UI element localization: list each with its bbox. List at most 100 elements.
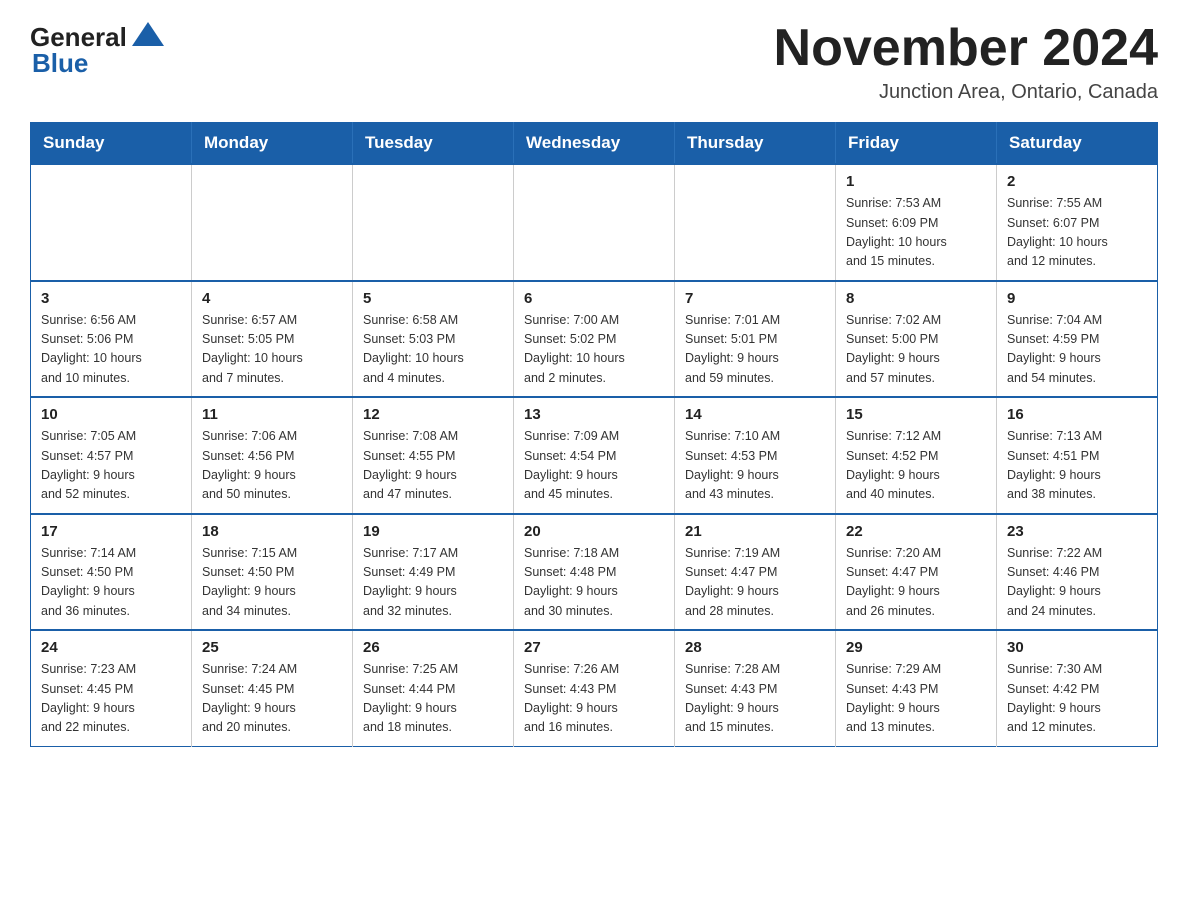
empty-cell (675, 164, 836, 281)
day-cell-6: 6 Sunrise: 7:00 AM Sunset: 5:02 PM Daylig… (514, 281, 675, 398)
day-number-18: 18 (202, 523, 342, 540)
day-info-9: Sunrise: 7:04 AM Sunset: 4:59 PM Dayligh… (1007, 311, 1147, 389)
day-cell-25: 25Sunrise: 7:24 AM Sunset: 4:45 PM Dayli… (192, 630, 353, 746)
day-cell-18: 18 Sunrise: 7:15 AM Sunset: 4:50 PM Dayli… (192, 514, 353, 631)
day-cell-4: 4 Sunrise: 6:57 AM Sunset: 5:05 PM Daylig… (192, 281, 353, 398)
day-cell-21: 21 Sunrise: 7:19 AM Sunset: 4:47 PM Dayli… (675, 514, 836, 631)
calendar-header-row: SundayMondayTuesdayWednesdayThursdayFrid… (31, 123, 1158, 165)
col-header-wednesday: Wednesday (514, 123, 675, 165)
day-cell-12: 12 Sunrise: 7:08 AM Sunset: 4:55 PM Dayli… (353, 397, 514, 514)
logo-wordmark: General Blue (30, 20, 166, 76)
day-info-8: Sunrise: 7:02 AM Sunset: 5:00 PM Dayligh… (846, 311, 986, 389)
calendar-table: SundayMondayTuesdayWednesdayThursdayFrid… (30, 122, 1158, 747)
day-cell-3: 3 Sunrise: 6:56 AM Sunset: 5:06 PM Daylig… (31, 281, 192, 398)
day-cell-7: 7Sunrise: 7:01 AM Sunset: 5:01 PM Daylig… (675, 281, 836, 398)
day-cell-1: 1 Sunrise: 7:53 AM Sunset: 6:09 PM Daylig… (836, 164, 997, 281)
day-info-16: Sunrise: 7:13 AM Sunset: 4:51 PM Dayligh… (1007, 427, 1147, 505)
empty-cell (31, 164, 192, 281)
day-number-9: 9 (1007, 290, 1147, 307)
day-cell-20: 20 Sunrise: 7:18 AM Sunset: 4:48 PM Dayli… (514, 514, 675, 631)
day-cell-11: 11 Sunrise: 7:06 AM Sunset: 4:56 PM Dayli… (192, 397, 353, 514)
col-header-sunday: Sunday (31, 123, 192, 165)
day-cell-22: 22Sunrise: 7:20 AM Sunset: 4:47 PM Dayli… (836, 514, 997, 631)
col-header-thursday: Thursday (675, 123, 836, 165)
day-info-17: Sunrise: 7:14 AM Sunset: 4:50 PM Dayligh… (41, 544, 181, 622)
day-number-7: 7 (685, 290, 825, 307)
day-cell-17: 17 Sunrise: 7:14 AM Sunset: 4:50 PM Dayli… (31, 514, 192, 631)
day-number-23: 23 (1007, 523, 1147, 540)
day-cell-30: 30Sunrise: 7:30 AM Sunset: 4:42 PM Dayli… (997, 630, 1158, 746)
day-info-6: Sunrise: 7:00 AM Sunset: 5:02 PM Dayligh… (524, 311, 664, 389)
day-number-10: 10 (41, 406, 181, 423)
day-cell-29: 29 Sunrise: 7:29 AM Sunset: 4:43 PM Dayli… (836, 630, 997, 746)
day-info-5: Sunrise: 6:58 AM Sunset: 5:03 PM Dayligh… (363, 311, 503, 389)
day-number-13: 13 (524, 406, 664, 423)
day-number-3: 3 (41, 290, 181, 307)
day-info-24: Sunrise: 7:23 AM Sunset: 4:45 PM Dayligh… (41, 660, 181, 738)
col-header-saturday: Saturday (997, 123, 1158, 165)
page-header: General Blue November 2024 Junction Area… (30, 20, 1158, 104)
day-info-14: Sunrise: 7:10 AM Sunset: 4:53 PM Dayligh… (685, 427, 825, 505)
title-area: November 2024 Junction Area, Ontario, Ca… (774, 20, 1158, 104)
day-cell-27: 27Sunrise: 7:26 AM Sunset: 4:43 PM Dayli… (514, 630, 675, 746)
location-subtitle: Junction Area, Ontario, Canada (774, 81, 1158, 104)
day-info-30: Sunrise: 7:30 AM Sunset: 4:42 PM Dayligh… (1007, 660, 1147, 738)
day-info-26: Sunrise: 7:25 AM Sunset: 4:44 PM Dayligh… (363, 660, 503, 738)
logo: General Blue (30, 20, 166, 76)
logo-general-text: General (30, 24, 127, 50)
day-info-12: Sunrise: 7:08 AM Sunset: 4:55 PM Dayligh… (363, 427, 503, 505)
day-number-5: 5 (363, 290, 503, 307)
day-number-16: 16 (1007, 406, 1147, 423)
day-number-15: 15 (846, 406, 986, 423)
day-info-18: Sunrise: 7:15 AM Sunset: 4:50 PM Dayligh… (202, 544, 342, 622)
day-cell-5: 5 Sunrise: 6:58 AM Sunset: 5:03 PM Daylig… (353, 281, 514, 398)
day-number-14: 14 (685, 406, 825, 423)
day-info-21: Sunrise: 7:19 AM Sunset: 4:47 PM Dayligh… (685, 544, 825, 622)
day-info-20: Sunrise: 7:18 AM Sunset: 4:48 PM Dayligh… (524, 544, 664, 622)
day-number-11: 11 (202, 406, 342, 423)
day-number-1: 1 (846, 173, 986, 190)
day-info-13: Sunrise: 7:09 AM Sunset: 4:54 PM Dayligh… (524, 427, 664, 505)
day-number-20: 20 (524, 523, 664, 540)
day-cell-16: 16 Sunrise: 7:13 AM Sunset: 4:51 PM Dayli… (997, 397, 1158, 514)
month-title: November 2024 (774, 20, 1158, 77)
day-number-28: 28 (685, 639, 825, 656)
day-cell-15: 15 Sunrise: 7:12 AM Sunset: 4:52 PM Dayli… (836, 397, 997, 514)
day-cell-28: 28Sunrise: 7:28 AM Sunset: 4:43 PM Dayli… (675, 630, 836, 746)
week-row-3: 10Sunrise: 7:05 AM Sunset: 4:57 PM Dayli… (31, 397, 1158, 514)
empty-cell (192, 164, 353, 281)
day-cell-13: 13 Sunrise: 7:09 AM Sunset: 4:54 PM Dayli… (514, 397, 675, 514)
day-number-12: 12 (363, 406, 503, 423)
day-info-2: Sunrise: 7:55 AM Sunset: 6:07 PM Dayligh… (1007, 194, 1147, 272)
day-info-15: Sunrise: 7:12 AM Sunset: 4:52 PM Dayligh… (846, 427, 986, 505)
day-number-22: 22 (846, 523, 986, 540)
day-number-17: 17 (41, 523, 181, 540)
logo-triangle-icon (130, 20, 166, 54)
day-number-25: 25 (202, 639, 342, 656)
day-info-3: Sunrise: 6:56 AM Sunset: 5:06 PM Dayligh… (41, 311, 181, 389)
day-info-4: Sunrise: 6:57 AM Sunset: 5:05 PM Dayligh… (202, 311, 342, 389)
day-info-29: Sunrise: 7:29 AM Sunset: 4:43 PM Dayligh… (846, 660, 986, 738)
week-row-5: 24Sunrise: 7:23 AM Sunset: 4:45 PM Dayli… (31, 630, 1158, 746)
day-info-23: Sunrise: 7:22 AM Sunset: 4:46 PM Dayligh… (1007, 544, 1147, 622)
day-number-21: 21 (685, 523, 825, 540)
day-number-19: 19 (363, 523, 503, 540)
day-number-29: 29 (846, 639, 986, 656)
day-number-4: 4 (202, 290, 342, 307)
day-info-1: Sunrise: 7:53 AM Sunset: 6:09 PM Dayligh… (846, 194, 986, 272)
day-number-26: 26 (363, 639, 503, 656)
day-cell-8: 8 Sunrise: 7:02 AM Sunset: 5:00 PM Daylig… (836, 281, 997, 398)
day-number-8: 8 (846, 290, 986, 307)
day-info-11: Sunrise: 7:06 AM Sunset: 4:56 PM Dayligh… (202, 427, 342, 505)
col-header-monday: Monday (192, 123, 353, 165)
day-number-6: 6 (524, 290, 664, 307)
day-cell-26: 26 Sunrise: 7:25 AM Sunset: 4:44 PM Dayli… (353, 630, 514, 746)
day-cell-19: 19 Sunrise: 7:17 AM Sunset: 4:49 PM Dayli… (353, 514, 514, 631)
day-cell-9: 9 Sunrise: 7:04 AM Sunset: 4:59 PM Daylig… (997, 281, 1158, 398)
day-cell-10: 10Sunrise: 7:05 AM Sunset: 4:57 PM Dayli… (31, 397, 192, 514)
day-cell-2: 2Sunrise: 7:55 AM Sunset: 6:07 PM Daylig… (997, 164, 1158, 281)
day-cell-24: 24Sunrise: 7:23 AM Sunset: 4:45 PM Dayli… (31, 630, 192, 746)
week-row-1: 1 Sunrise: 7:53 AM Sunset: 6:09 PM Daylig… (31, 164, 1158, 281)
day-info-19: Sunrise: 7:17 AM Sunset: 4:49 PM Dayligh… (363, 544, 503, 622)
col-header-tuesday: Tuesday (353, 123, 514, 165)
